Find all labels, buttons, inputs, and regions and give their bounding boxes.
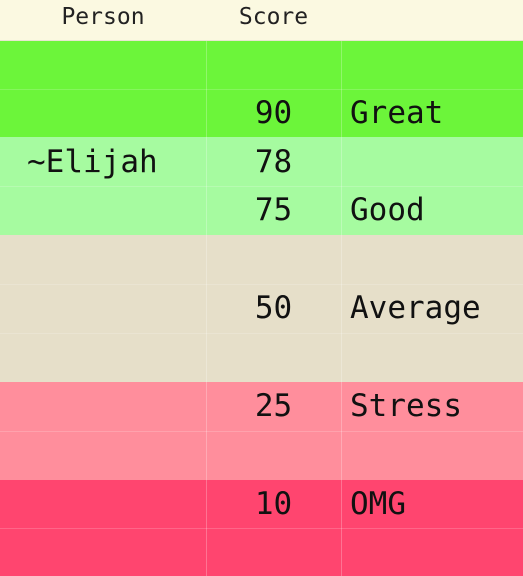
score-cell: 50 xyxy=(254,290,293,326)
score-cell: 90 xyxy=(254,95,293,131)
row-divider xyxy=(0,431,523,432)
row-divider xyxy=(0,333,523,334)
score-cell: 78 xyxy=(254,144,293,180)
label-cell: Good xyxy=(350,192,425,228)
label-cell: OMG xyxy=(350,486,406,522)
person-cell[interactable]: ~Elijah xyxy=(27,138,158,186)
column-header-score[interactable]: Score xyxy=(206,0,341,40)
column-header-person[interactable]: Person xyxy=(0,0,206,40)
table-header: Person Score xyxy=(0,0,523,41)
column-header-label[interactable] xyxy=(341,0,523,40)
label-cell: Stress xyxy=(350,388,462,424)
score-table: Person Score 90 Great ~Elijah 78 75 Good… xyxy=(0,0,523,576)
label-cell: Great xyxy=(350,95,444,131)
score-cell: 25 xyxy=(254,388,293,424)
label-cell: Average xyxy=(350,290,481,326)
row-divider xyxy=(0,528,523,529)
score-cell: 75 xyxy=(254,192,293,228)
score-cell: 10 xyxy=(254,486,293,522)
